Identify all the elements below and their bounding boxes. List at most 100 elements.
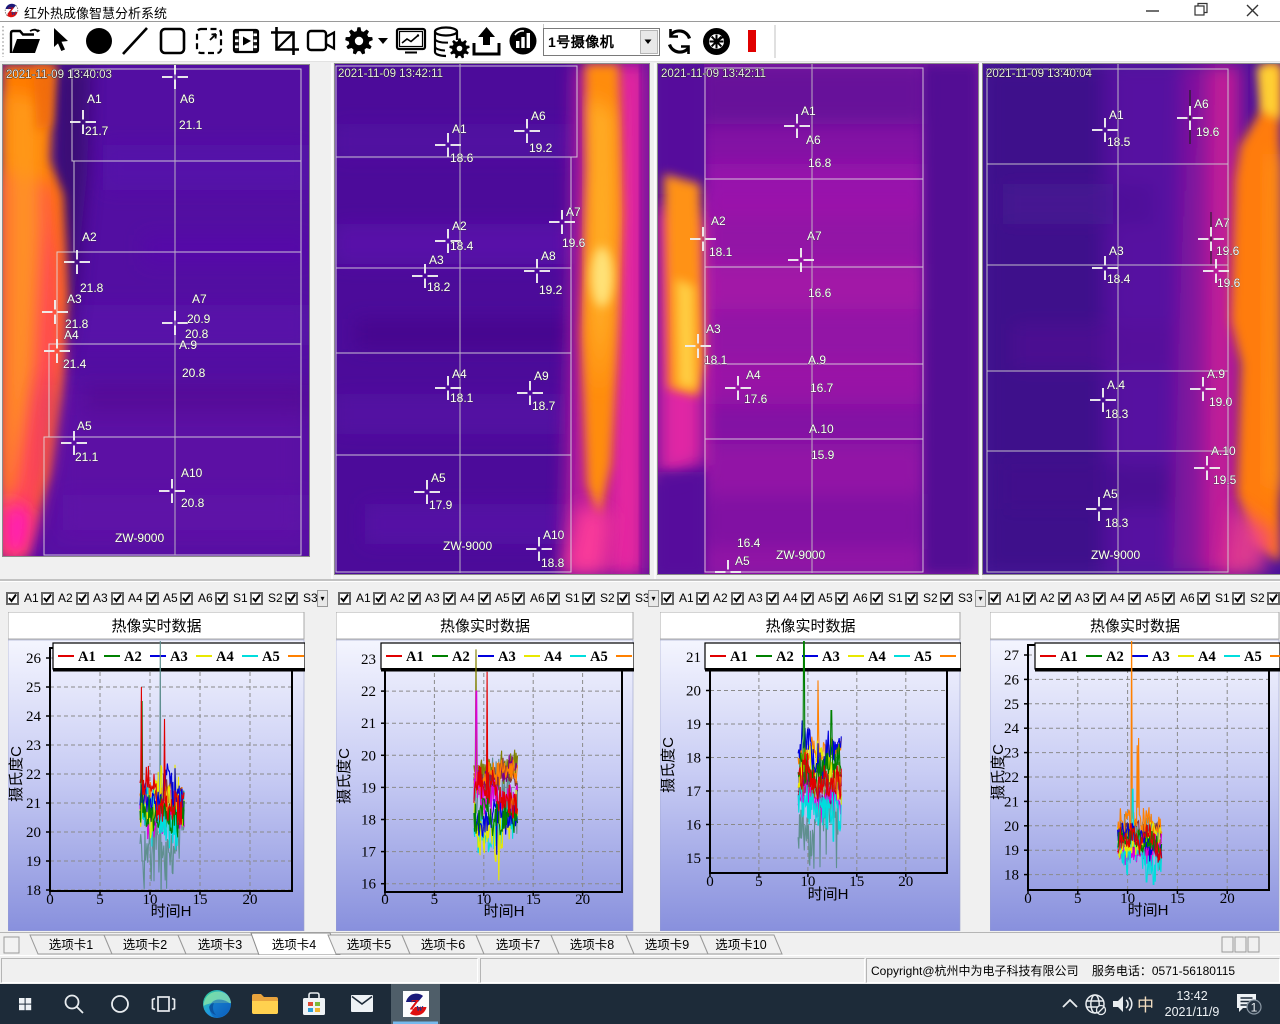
svg-text:热像实时数据: 热像实时数据 xyxy=(440,618,530,635)
svg-text:A5: A5 xyxy=(431,471,446,485)
svg-text:24: 24 xyxy=(1004,721,1020,737)
svg-text:选项卡8: 选项卡8 xyxy=(570,938,615,952)
svg-text:中: 中 xyxy=(1137,996,1154,1015)
svg-text:19: 19 xyxy=(26,854,41,870)
svg-text:19.6: 19.6 xyxy=(1216,244,1240,258)
svg-text:A3: A3 xyxy=(429,253,444,267)
svg-text:摄氏度C: 摄氏度C xyxy=(990,744,1007,800)
svg-text:选项卡9: 选项卡9 xyxy=(645,938,690,952)
svg-text:A.4: A.4 xyxy=(1107,378,1125,392)
svg-text:16.4: 16.4 xyxy=(737,536,761,550)
svg-text:A6: A6 xyxy=(531,109,546,123)
svg-text:A1: A1 xyxy=(78,649,96,665)
svg-text:A8: A8 xyxy=(541,249,556,263)
svg-text:A1: A1 xyxy=(1060,649,1078,665)
svg-text:18.3: 18.3 xyxy=(1105,516,1129,530)
svg-text:A6: A6 xyxy=(180,92,195,106)
svg-text:18.8: 18.8 xyxy=(541,556,565,570)
svg-text:A4: A4 xyxy=(1198,649,1216,665)
svg-text:A5: A5 xyxy=(77,419,92,433)
svg-text:17.9: 17.9 xyxy=(429,498,453,512)
svg-text:A2: A2 xyxy=(452,649,470,665)
svg-text:2021-11-09 13:42:11: 2021-11-09 13:42:11 xyxy=(661,68,766,80)
svg-text:19.6: 19.6 xyxy=(562,236,586,250)
svg-text:A6: A6 xyxy=(806,133,821,147)
svg-text:20.8: 20.8 xyxy=(182,366,206,380)
svg-text:A3: A3 xyxy=(170,649,188,665)
svg-text:18: 18 xyxy=(361,813,376,829)
svg-text:18: 18 xyxy=(26,883,41,899)
svg-text:18: 18 xyxy=(1004,868,1019,884)
svg-text:19.0: 19.0 xyxy=(1209,395,1233,409)
svg-text:20: 20 xyxy=(686,684,701,700)
svg-text:时间H: 时间H xyxy=(151,903,192,920)
svg-text:A4: A4 xyxy=(746,368,761,382)
svg-text:A4: A4 xyxy=(452,367,467,381)
svg-text:选项卡6: 选项卡6 xyxy=(421,938,466,952)
svg-text:ZW-9000: ZW-9000 xyxy=(115,531,164,545)
svg-text:21.1: 21.1 xyxy=(179,118,203,132)
svg-text:21: 21 xyxy=(686,650,701,666)
svg-text:A7: A7 xyxy=(807,229,822,243)
svg-text:A1: A1 xyxy=(406,649,424,665)
svg-text:19.6: 19.6 xyxy=(1217,276,1241,290)
svg-text:摄氏度C: 摄氏度C xyxy=(336,748,353,804)
svg-text:A10: A10 xyxy=(181,466,203,480)
svg-text:A2: A2 xyxy=(452,219,467,233)
svg-text:24: 24 xyxy=(26,709,42,725)
svg-text:A7: A7 xyxy=(192,292,207,306)
svg-text:21.4: 21.4 xyxy=(63,357,87,371)
svg-text:20.8: 20.8 xyxy=(181,496,205,510)
svg-text:A3: A3 xyxy=(706,322,721,336)
svg-text:选项卡3: 选项卡3 xyxy=(198,938,243,952)
svg-text:18.2: 18.2 xyxy=(427,280,451,294)
svg-text:A2: A2 xyxy=(776,649,794,665)
svg-text:A.9: A.9 xyxy=(1207,367,1225,381)
svg-text:19: 19 xyxy=(686,717,701,733)
svg-text:A5: A5 xyxy=(262,649,280,665)
svg-text:A5: A5 xyxy=(735,554,750,568)
svg-text:26: 26 xyxy=(1004,672,1020,688)
svg-text:A7: A7 xyxy=(1215,216,1230,230)
svg-text:2021-11-09 13:40:03: 2021-11-09 13:40:03 xyxy=(6,69,112,81)
svg-text:16.7: 16.7 xyxy=(810,381,834,395)
svg-text:17: 17 xyxy=(686,784,702,800)
svg-text:ZW-9000: ZW-9000 xyxy=(443,539,492,553)
svg-text:A.10: A.10 xyxy=(1211,444,1236,458)
svg-text:A2: A2 xyxy=(82,230,97,244)
svg-text:ZW-9000: ZW-9000 xyxy=(1091,548,1140,562)
svg-text:A5: A5 xyxy=(914,649,932,665)
svg-text:A6: A6 xyxy=(1194,97,1209,111)
svg-text:19.6: 19.6 xyxy=(1196,125,1220,139)
svg-text:18.3: 18.3 xyxy=(1105,407,1129,421)
svg-text:A1: A1 xyxy=(1109,108,1124,122)
svg-text:A4: A4 xyxy=(64,328,79,342)
svg-text:25: 25 xyxy=(1004,697,1019,713)
svg-text:19.2: 19.2 xyxy=(539,283,563,297)
svg-text:2021-11-09 13:42:11: 2021-11-09 13:42:11 xyxy=(338,68,443,80)
svg-text:A5: A5 xyxy=(1103,487,1118,501)
svg-text:17: 17 xyxy=(361,845,377,861)
svg-text:A1: A1 xyxy=(801,104,816,118)
svg-text:15: 15 xyxy=(686,851,701,867)
svg-text:时间H: 时间H xyxy=(808,886,849,903)
svg-text:A3: A3 xyxy=(822,649,840,665)
svg-text:16.8: 16.8 xyxy=(808,156,832,170)
svg-text:A9: A9 xyxy=(534,369,549,383)
svg-text:选项卡4: 选项卡4 xyxy=(272,938,317,952)
svg-text:选项卡7: 选项卡7 xyxy=(496,938,541,952)
svg-text:A.9: A.9 xyxy=(808,353,826,367)
svg-text:17.6: 17.6 xyxy=(744,392,768,406)
svg-text:A5: A5 xyxy=(1244,649,1262,665)
svg-text:A2: A2 xyxy=(124,649,142,665)
svg-text:ZW-9000: ZW-9000 xyxy=(776,548,825,562)
svg-text:A.9: A.9 xyxy=(179,338,197,352)
svg-text:18.6: 18.6 xyxy=(450,151,474,165)
svg-text:摄氏度C: 摄氏度C xyxy=(8,746,25,802)
svg-text:A3: A3 xyxy=(1109,244,1124,258)
svg-text:时间H: 时间H xyxy=(484,903,525,920)
svg-text:18.1: 18.1 xyxy=(709,245,733,259)
svg-text:13:42: 13:42 xyxy=(1176,989,1207,1003)
svg-text:15.9: 15.9 xyxy=(811,448,835,462)
svg-text:选项卡5: 选项卡5 xyxy=(347,938,392,952)
